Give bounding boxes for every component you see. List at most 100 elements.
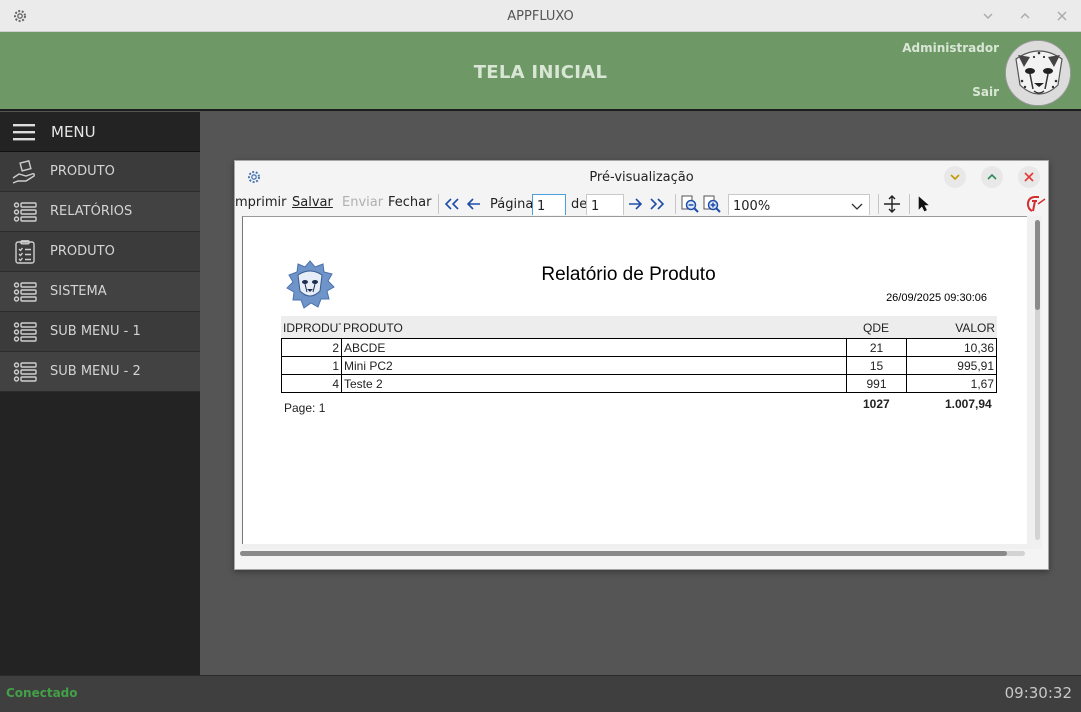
first-page-icon[interactable] bbox=[443, 195, 461, 213]
total-qde: 1027 bbox=[863, 397, 890, 411]
window-title: APPFLUXO bbox=[507, 9, 574, 24]
close-icon bbox=[1057, 11, 1067, 21]
cell-qde: 21 bbox=[846, 338, 907, 357]
column-header-valor: VALOR bbox=[955, 321, 995, 335]
status-clock: 09:30:32 bbox=[1004, 684, 1072, 702]
cell-qde: 991 bbox=[846, 374, 907, 393]
hand-box-icon bbox=[12, 159, 38, 184]
cell-valor: 995,91 bbox=[906, 356, 997, 375]
cell-id: 4 bbox=[281, 374, 342, 393]
maximize-button[interactable] bbox=[1015, 6, 1035, 26]
status-bar: Conectado 09:30:32 bbox=[0, 675, 1081, 712]
total-valor: 1.007,94 bbox=[945, 397, 992, 411]
report-title: Relatório de Produto bbox=[541, 264, 716, 285]
os-title-bar: APPFLUXO bbox=[0, 0, 1081, 32]
report-page-footer: Page: 1 bbox=[284, 401, 326, 415]
sidebar-item-label: PRODUTO bbox=[50, 164, 115, 179]
last-page-icon[interactable] bbox=[648, 195, 666, 213]
sidebar-item-produto-2[interactable]: PRODUTO bbox=[0, 232, 200, 272]
table-row: 4 Teste 2 991 1,67 bbox=[281, 374, 997, 393]
scrollbar-thumb[interactable] bbox=[1035, 220, 1040, 310]
scrollbar-thumb[interactable] bbox=[240, 551, 1007, 556]
zoom-out-icon[interactable] bbox=[681, 195, 699, 213]
sidebar-item-sub-menu-1[interactable]: SUB MENU - 1 bbox=[0, 312, 200, 352]
dialog-minimize-button[interactable] bbox=[944, 166, 966, 188]
hamburger-icon bbox=[13, 123, 35, 140]
print-button[interactable]: mprimir bbox=[235, 195, 287, 210]
close-icon bbox=[1024, 172, 1034, 182]
cell-produto: Teste 2 bbox=[341, 374, 847, 393]
cell-id: 1 bbox=[281, 356, 342, 375]
sidebar-item-relatorios[interactable]: RELATÓRIOS bbox=[0, 192, 200, 232]
cell-valor: 10,36 bbox=[906, 338, 997, 357]
sidebar-item-label: RELATÓRIOS bbox=[50, 204, 133, 219]
report-column-header: IDPRODUTO PRODUTO QDE VALOR bbox=[281, 316, 997, 338]
sidebar-item-sistema[interactable]: SISTEMA bbox=[0, 272, 200, 312]
dialog-title-bar: Pré-visualização bbox=[235, 161, 1048, 193]
toolbar-separator bbox=[878, 194, 879, 214]
preview-toolbar: mprimir Salvar Enviar Fechar Página de 1… bbox=[235, 193, 1048, 215]
logout-link[interactable]: Sair bbox=[972, 85, 999, 99]
fastreport-logo-icon bbox=[1025, 195, 1047, 213]
dialog-maximize-button[interactable] bbox=[981, 166, 1003, 188]
checklist-icon bbox=[12, 239, 38, 264]
horizontal-scrollbar[interactable] bbox=[240, 551, 1025, 556]
next-page-icon[interactable] bbox=[626, 195, 644, 213]
cell-produto: Mini PC2 bbox=[341, 356, 847, 375]
toolbar-separator bbox=[438, 194, 439, 214]
pointer-cursor-icon[interactable] bbox=[915, 195, 933, 213]
dialog-close-button[interactable] bbox=[1018, 166, 1040, 188]
minimize-button[interactable] bbox=[978, 6, 998, 26]
toolbar-separator bbox=[675, 194, 676, 214]
save-button[interactable]: Salvar bbox=[292, 195, 333, 210]
sidebar-item-label: SUB MENU - 2 bbox=[50, 364, 141, 379]
sidebar: MENU PRODUTO RELATÓRIOS PRODUTO SISTEMA … bbox=[0, 112, 200, 675]
zoom-value: 100% bbox=[733, 199, 771, 214]
page-label: Página bbox=[490, 197, 534, 212]
list-icon bbox=[12, 280, 38, 304]
chevron-down-icon bbox=[851, 200, 863, 215]
document-viewport[interactable]: Relatório de Produto 26/09/2025 09:30:06… bbox=[242, 216, 1042, 549]
dialog-title: Pré-visualização bbox=[589, 170, 694, 185]
send-button[interactable]: Enviar bbox=[342, 195, 383, 210]
table-row: 1 Mini PC2 15 995,91 bbox=[281, 356, 997, 375]
sidebar-item-label: SUB MENU - 1 bbox=[50, 324, 141, 339]
cheetah-avatar-icon bbox=[1006, 41, 1070, 105]
report-table: 2 ABCDE 21 10,36 1 Mini PC2 15 995,91 4 … bbox=[281, 338, 997, 393]
chevron-down-icon bbox=[983, 13, 993, 19]
page-number-input[interactable] bbox=[532, 194, 566, 215]
menu-title: MENU bbox=[51, 122, 96, 141]
avatar[interactable] bbox=[1005, 40, 1071, 106]
sidebar-item-sub-menu-2[interactable]: SUB MENU - 2 bbox=[0, 352, 200, 392]
chevron-up-icon bbox=[1020, 13, 1030, 19]
column-header-qde: QDE bbox=[863, 321, 890, 335]
report-datetime: 26/09/2025 09:30:06 bbox=[886, 292, 987, 304]
table-row: 2 ABCDE 21 10,36 bbox=[281, 338, 997, 357]
pan-move-icon[interactable] bbox=[883, 195, 901, 213]
chevron-up-icon bbox=[987, 173, 997, 180]
column-header-idproduto: IDPRODUTO bbox=[283, 321, 341, 335]
vertical-scrollbar[interactable] bbox=[1035, 220, 1040, 540]
close-preview-button[interactable]: Fechar bbox=[388, 195, 431, 210]
page-count-field bbox=[586, 194, 624, 215]
menu-toggle[interactable]: MENU bbox=[0, 112, 200, 152]
toolbar-separator bbox=[909, 194, 910, 214]
cell-qde: 15 bbox=[846, 356, 907, 375]
sidebar-item-label: PRODUTO bbox=[50, 244, 115, 259]
cell-produto: ABCDE bbox=[341, 338, 847, 357]
chevron-down-icon bbox=[950, 174, 960, 181]
user-name: Administrador bbox=[902, 41, 999, 55]
preview-dialog: Pré-visualização mprimir Salvar Enviar F… bbox=[234, 160, 1049, 570]
zoom-in-icon[interactable] bbox=[703, 195, 721, 213]
page-of-label: de bbox=[571, 197, 588, 212]
sidebar-item-produto[interactable]: PRODUTO bbox=[0, 152, 200, 192]
app-header: TELA INICIAL Administrador Sair bbox=[0, 32, 1081, 111]
column-header-produto: PRODUTO bbox=[343, 321, 403, 335]
list-icon bbox=[12, 360, 38, 384]
report-page: Relatório de Produto 26/09/2025 09:30:06… bbox=[242, 216, 1027, 544]
close-window-button[interactable] bbox=[1052, 6, 1072, 26]
zoom-select[interactable]: 100% bbox=[728, 194, 870, 215]
connection-status: Conectado bbox=[6, 686, 78, 700]
cell-id: 2 bbox=[281, 338, 342, 357]
previous-page-icon[interactable] bbox=[465, 195, 483, 213]
